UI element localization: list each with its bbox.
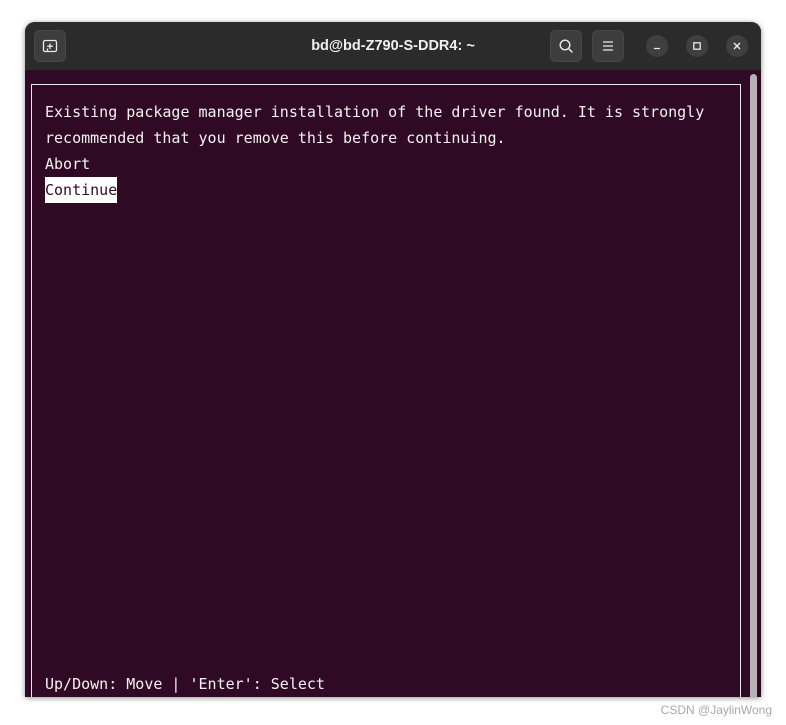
hamburger-menu-icon (603, 41, 613, 51)
titlebar: bd@bd-Z790-S-DDR4: ~ (25, 22, 761, 71)
close-button[interactable] (726, 35, 748, 57)
minimize-icon (654, 47, 660, 50)
message-line-2: recommended that you remove this before … (45, 129, 506, 147)
close-icon (733, 42, 741, 50)
installer-message: Existing package manager installation of… (45, 99, 704, 151)
keyboard-hint: Up/Down: Move | 'Enter': Select (45, 675, 325, 693)
new-tab-button[interactable] (34, 30, 66, 62)
option-abort[interactable]: Abort (45, 151, 90, 177)
search-button[interactable] (550, 30, 582, 62)
message-line-1: Existing package manager installation of… (45, 103, 705, 121)
maximize-icon (693, 42, 701, 50)
minimize-button[interactable] (646, 35, 668, 57)
terminal-content[interactable]: Existing package manager installation of… (25, 70, 761, 697)
installer-dialog-box (31, 84, 741, 697)
option-continue[interactable]: Continue (45, 177, 118, 203)
terminal-window: bd@bd-Z790-S-DDR4: ~ Existing package ma… (25, 22, 761, 697)
search-icon (559, 39, 573, 53)
watermark: CSDN @JaylinWong (660, 703, 772, 717)
scrollbar[interactable] (750, 74, 757, 697)
menu-button[interactable] (592, 30, 624, 62)
maximize-button[interactable] (686, 35, 708, 57)
new-tab-icon (42, 39, 58, 53)
